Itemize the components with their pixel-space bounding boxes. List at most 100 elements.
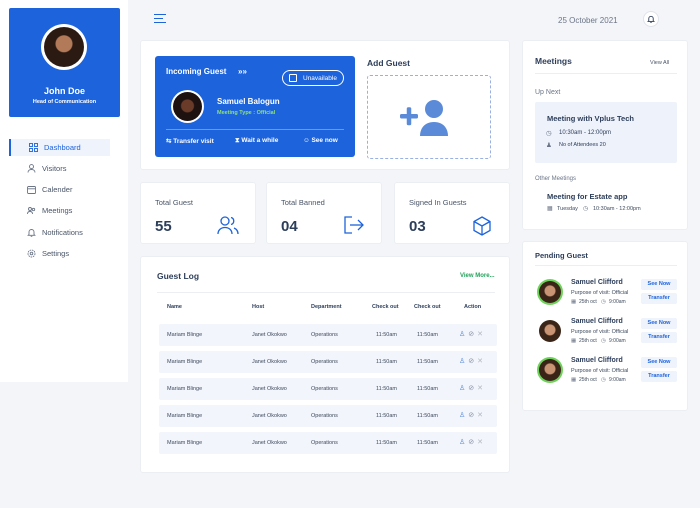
- notification-bell-icon[interactable]: [643, 11, 659, 27]
- pending-guest-time: 9:00am: [609, 377, 626, 383]
- sidebar-item-label: Dashboard: [44, 143, 81, 152]
- table-row[interactable]: Mariam Blinge Janet Okokwo Operations 11…: [159, 351, 497, 373]
- stat-label: Total Guest: [155, 198, 193, 207]
- other-meeting-time: 10:30am - 12:00pm: [593, 206, 641, 212]
- user-icon: [27, 164, 36, 173]
- cell-checkout: 11:50am: [376, 439, 397, 446]
- transfer-visit-label: Transfer visit: [173, 138, 214, 145]
- see-now-button[interactable]: See Now: [641, 279, 677, 290]
- calendar-icon: ▦: [547, 206, 553, 212]
- cell-name: Mariam Blinge: [167, 331, 203, 338]
- cell-checkout-2: 11:50am: [417, 358, 438, 365]
- see-now-button[interactable]: See Now: [641, 318, 677, 329]
- next-meeting-attendees: No of Attendees 20: [559, 142, 606, 148]
- other-meeting-title[interactable]: Meeting for Estate app: [547, 192, 627, 201]
- checkin-user-icon[interactable]: ♙: [459, 331, 468, 338]
- meetings-card: Meetings View All Up Next Meeting with V…: [522, 40, 688, 230]
- cell-department: Operations: [311, 385, 338, 392]
- sidebar-item-notifications[interactable]: Notifications: [9, 224, 110, 241]
- table-row[interactable]: Mariam Blinge Janet Okokwo Operations 11…: [159, 324, 497, 346]
- checkin-user-icon[interactable]: ♙: [459, 385, 468, 392]
- ban-icon[interactable]: ⊘: [468, 358, 477, 365]
- avatar: [41, 24, 87, 70]
- pending-guest-name: Samuel Clifford: [571, 357, 623, 364]
- table-row[interactable]: Mariam Blinge Janet Okokwo Operations 11…: [159, 405, 497, 427]
- divider: [166, 129, 344, 130]
- sidebar-item-meetings[interactable]: Meetings: [9, 202, 110, 219]
- transfer-button[interactable]: Transfer: [641, 293, 677, 304]
- pending-guest-purpose: Purpose of visit: Official: [571, 329, 629, 335]
- cell-department: Operations: [311, 439, 338, 446]
- cell-checkout-2: 11:50am: [417, 439, 438, 446]
- top-bar: 25 October 2021: [140, 8, 668, 33]
- sidebar-item-settings[interactable]: Settings: [9, 245, 110, 262]
- transfer-button[interactable]: Transfer: [641, 371, 677, 382]
- table-row[interactable]: Mariam Blinge Janet Okokwo Operations 11…: [159, 432, 497, 454]
- sidebar-item-visitors[interactable]: Visitors: [9, 160, 110, 177]
- hourglass-icon: ⧗: [235, 137, 240, 144]
- cell-checkout: 11:50am: [376, 412, 397, 419]
- list-item: Samuel Clifford Purpose of visit: Offici…: [535, 279, 677, 315]
- avatar: [537, 279, 563, 305]
- clock-icon: ◷: [583, 206, 589, 212]
- transfer-button[interactable]: Transfer: [641, 332, 677, 343]
- sidebar-item-dashboard[interactable]: Dashboard: [9, 139, 110, 156]
- close-icon[interactable]: ✕: [477, 412, 486, 419]
- menu-icon[interactable]: [154, 14, 166, 24]
- cell-name: Mariam Blinge: [167, 385, 203, 392]
- sidebar-item-label: Settings: [42, 249, 70, 258]
- double-chevron-icon: »»: [238, 67, 247, 76]
- column-header-department: Department: [311, 304, 342, 310]
- next-meeting-card[interactable]: Meeting with Vplus Tech ◷ 10:30am - 12:0…: [535, 102, 677, 163]
- clock-icon: ◷: [601, 376, 606, 383]
- clock-icon: ◷: [601, 298, 606, 305]
- see-now-button[interactable]: See Now: [641, 357, 677, 368]
- cell-checkout-2: 11:50am: [417, 412, 438, 419]
- close-icon[interactable]: ✕: [477, 439, 486, 446]
- unavailable-toggle[interactable]: Unavailable: [282, 70, 344, 86]
- stat-value: 04: [281, 218, 298, 235]
- bell-icon: [27, 228, 36, 237]
- pending-guest-purpose: Purpose of visit: Official: [571, 290, 629, 296]
- checkin-user-icon[interactable]: ♙: [459, 439, 468, 446]
- transfer-visit-button[interactable]: ⇆ Transfer visit: [166, 137, 214, 145]
- clock-icon: ◷: [601, 337, 606, 344]
- checkin-user-icon[interactable]: ♙: [459, 412, 468, 419]
- cell-host: Janet Okokwo: [252, 358, 287, 365]
- view-more-link[interactable]: View More...: [460, 273, 495, 279]
- calendar-icon: ▦: [571, 298, 577, 305]
- ban-icon[interactable]: ⊘: [468, 331, 477, 338]
- ban-icon[interactable]: ⊘: [468, 412, 477, 419]
- ban-icon[interactable]: ⊘: [468, 439, 477, 446]
- profile-card: John Doe Head of Communication: [9, 8, 120, 117]
- meetings-icon: [27, 206, 36, 215]
- add-guest-dropzone[interactable]: [367, 75, 491, 159]
- stat-value: 03: [409, 218, 426, 235]
- checkin-user-icon[interactable]: ♙: [459, 358, 468, 365]
- table-row[interactable]: Mariam Blinge Janet Okokwo Operations 11…: [159, 378, 497, 400]
- stat-signed-in-guests: Signed In Guests 03: [394, 182, 510, 244]
- checkbox-icon[interactable]: [289, 74, 297, 82]
- view-all-link[interactable]: View All: [650, 60, 669, 66]
- ban-icon[interactable]: ⊘: [468, 385, 477, 392]
- clock-icon: ◷: [546, 130, 552, 137]
- close-icon[interactable]: ✕: [477, 331, 486, 338]
- sidebar-item-label: Notifications: [42, 228, 83, 237]
- pending-guest-name: Samuel Clifford: [571, 318, 623, 325]
- cell-department: Operations: [311, 358, 338, 365]
- unavailable-label: Unavailable: [303, 74, 337, 82]
- stat-label: Signed In Guests: [409, 198, 467, 207]
- stat-label: Total Banned: [281, 198, 325, 207]
- calendar-icon: [27, 185, 36, 194]
- users-icon: [217, 216, 239, 235]
- sidebar-item-label: Meetings: [42, 206, 73, 215]
- sidebar-item-calender[interactable]: Calender: [9, 181, 110, 198]
- cell-department: Operations: [311, 331, 338, 338]
- wait-button[interactable]: ⧗ Wait a while: [235, 137, 278, 145]
- divider: [157, 292, 495, 293]
- close-icon[interactable]: ✕: [477, 385, 486, 392]
- see-now-button[interactable]: ☺ See now: [303, 137, 338, 144]
- stat-total-banned: Total Banned 04: [266, 182, 382, 244]
- cell-checkout: 11:50am: [376, 331, 397, 338]
- close-icon[interactable]: ✕: [477, 358, 486, 365]
